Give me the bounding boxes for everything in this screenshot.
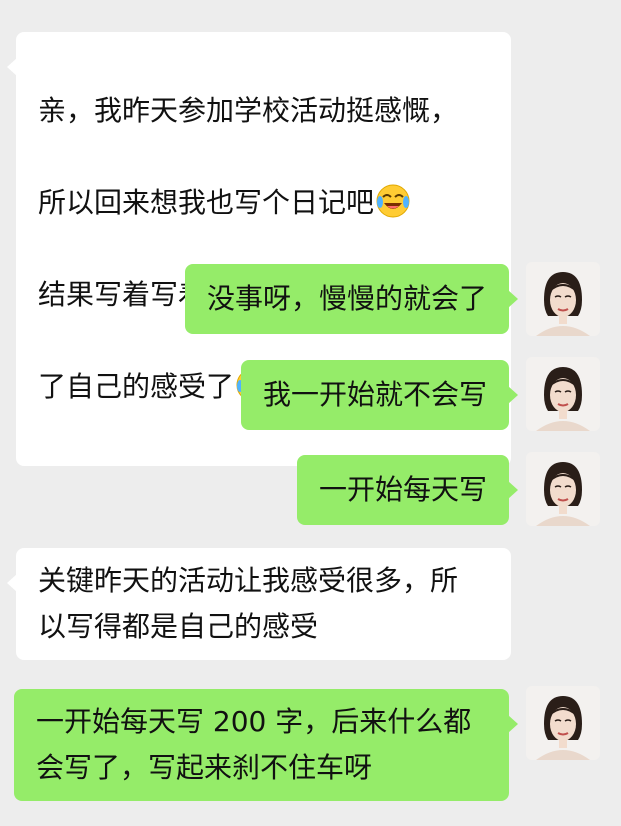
- message-line: 所以回来想我也写个日记吧: [38, 180, 491, 226]
- avatar[interactable]: [526, 262, 600, 336]
- message-line: 亲，我昨天参加学校活动挺感慨，: [38, 94, 459, 127]
- message-bubble-sent[interactable]: 我一开始就不会写: [240, 360, 519, 430]
- avatar[interactable]: [526, 357, 600, 431]
- avatar[interactable]: [526, 452, 600, 526]
- message-bubble-sent[interactable]: 没事呀，慢慢的就会了: [184, 264, 519, 334]
- message-bubble-sent[interactable]: 一开始每天写 200 字，后来什么都 会写了，写起来刹不住车呀: [14, 689, 518, 801]
- avatar[interactable]: [526, 686, 600, 760]
- message-bubble-received[interactable]: 关键昨天的活动让我感受很多，所 以写得都是自己的感受: [7, 548, 511, 660]
- message-bubble-sent[interactable]: 一开始每天写: [296, 455, 519, 525]
- face-with-tears-of-joy-icon: [376, 184, 410, 218]
